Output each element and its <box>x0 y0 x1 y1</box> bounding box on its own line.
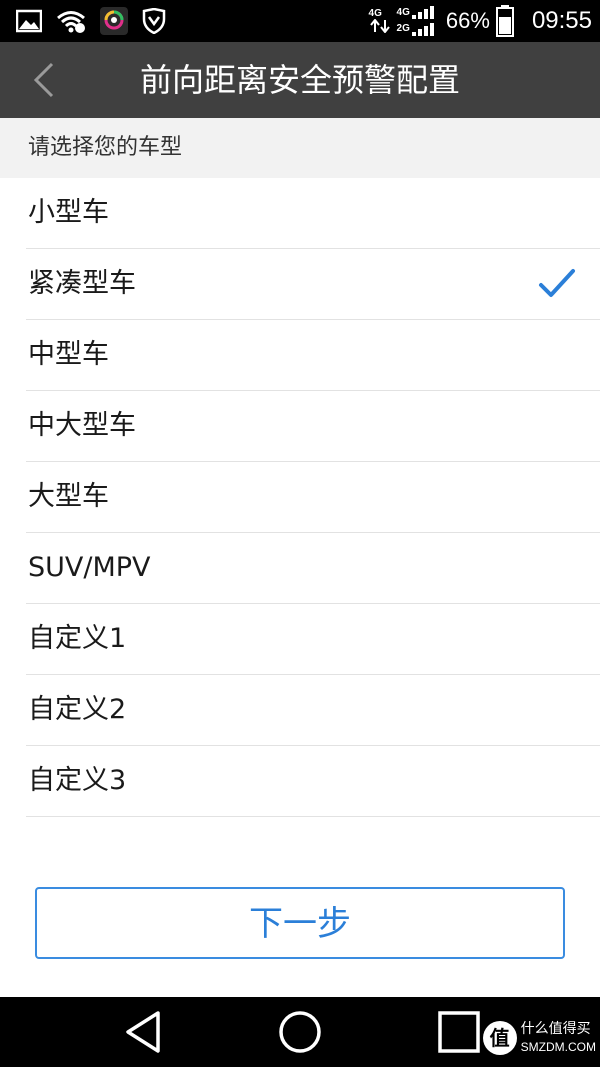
wifi-icon <box>57 11 85 33</box>
list-item-label: 自定义1 <box>28 623 127 654</box>
list-item-custom-3[interactable]: 自定义3 <box>26 746 600 817</box>
data-arrows-icon <box>369 19 390 33</box>
watermark-logo: 值 <box>482 1021 517 1055</box>
sim1-network-label: 4G <box>396 7 410 18</box>
list-item-label: SUV/MPV <box>28 552 151 583</box>
clock-time: 09:55 <box>531 7 592 34</box>
chevron-left-icon <box>33 62 54 98</box>
battery-percent: 66% <box>445 8 490 33</box>
list-item-suv-mpv[interactable]: SUV/MPV <box>26 533 600 604</box>
list-item-custom-2[interactable]: 自定义2 <box>26 675 600 746</box>
list-item-label: 自定义3 <box>28 765 127 796</box>
page-title: 前向距离安全预警配置 <box>139 61 460 99</box>
next-step-button[interactable]: 下一步 <box>35 887 565 959</box>
section-label: 请选择您的车型 <box>28 135 183 160</box>
nav-home-icon[interactable] <box>277 1009 323 1055</box>
app-icon <box>100 7 128 35</box>
nav-recents-icon[interactable] <box>436 1009 482 1055</box>
sim-signal-indicator: 4G 2G <box>397 5 434 37</box>
signal-bars-icon <box>411 6 434 36</box>
list-item-label: 小型车 <box>28 197 109 228</box>
list-item-large-midsize-car[interactable]: 中大型车 <box>26 391 600 462</box>
vehicle-type-list: 小型车 紧凑型车 中型车 中大型车 大型车 SUV/MPV 自定义1 自定义2 … <box>0 178 600 817</box>
status-icons-right: 4G 4G 2G 66% 09:55 <box>369 4 592 38</box>
network-4g-indicator: 4G <box>369 9 391 33</box>
status-icons-left <box>16 7 166 35</box>
image-icon <box>16 9 42 33</box>
watermark: 值 什么值得买 SMZDM.COM <box>482 1020 596 1056</box>
watermark-line2: SMZDM.COM <box>520 1040 596 1054</box>
checkmark-icon <box>539 269 575 297</box>
status-bar: 4G 4G 2G 66% 09:55 <box>0 0 600 42</box>
app-header: 前向距离安全预警配置 <box>0 42 600 118</box>
watermark-text: 什么值得买 SMZDM.COM <box>521 1020 596 1056</box>
list-item-large-car[interactable]: 大型车 <box>26 462 600 533</box>
list-item-midsize-car[interactable]: 中型车 <box>26 320 600 391</box>
nav-back-icon[interactable] <box>120 1009 166 1055</box>
section-header: 请选择您的车型 <box>0 118 600 178</box>
list-item-label: 自定义2 <box>28 694 127 725</box>
list-item-compact-car[interactable]: 紧凑型车 <box>26 249 600 320</box>
list-item-label: 大型车 <box>28 481 109 512</box>
back-button[interactable] <box>22 58 66 102</box>
sim2-network-label: 2G <box>396 23 410 34</box>
list-item-label: 中大型车 <box>28 410 136 441</box>
list-item-label: 紧凑型车 <box>28 268 136 299</box>
list-item-custom-1[interactable]: 自定义1 <box>26 604 600 675</box>
list-item-label: 中型车 <box>28 339 109 370</box>
network-type-label: 4G <box>368 8 382 19</box>
battery-icon <box>495 5 514 37</box>
list-item-small-car[interactable]: 小型车 <box>26 178 600 249</box>
watermark-line1: 什么值得买 <box>520 1021 591 1037</box>
shield-icon <box>142 8 166 34</box>
